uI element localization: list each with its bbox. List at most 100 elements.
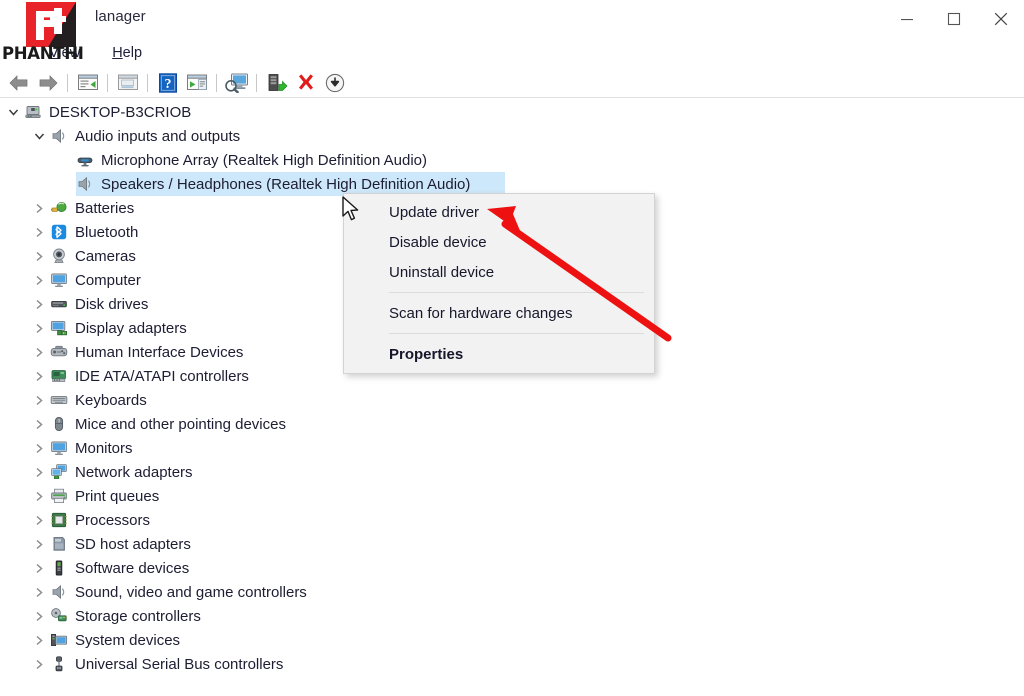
context-menu-item-uninstall-device[interactable]: Uninstall device [344,257,654,287]
chevron-right-icon[interactable] [30,340,48,364]
context-menu-item-properties[interactable]: Properties [344,339,654,369]
help-icon: ? [158,72,177,93]
chevron-right-icon[interactable] [30,460,48,484]
close-button[interactable] [977,0,1024,38]
window-controls [883,0,1024,38]
add-hardware-button[interactable] [262,70,291,96]
back-button[interactable] [4,70,33,96]
tree-node-audio-inputs-and-outputs[interactable]: Audio inputs and outputs [0,124,1024,148]
chevron-right-icon[interactable] [30,196,48,220]
chevron-right-icon[interactable] [30,364,48,388]
disable-device-icon [325,73,344,92]
tree-node-label: SD host adapters [75,535,191,553]
software-device-icon [48,556,70,580]
chevron-right-icon[interactable] [30,220,48,244]
tree-node-universal-serial-bus-controllers[interactable]: Universal Serial Bus controllers [0,652,1024,676]
tree-node-label: Cameras [75,247,136,265]
tree-node-label: Universal Serial Bus controllers [75,655,284,673]
toolbar-divider-1 [67,73,68,92]
tree-node-label: Batteries [75,199,135,217]
chevron-right-icon[interactable] [30,532,48,556]
maximize-icon [947,12,960,26]
context-menu-item-label: Scan for hardware changes [389,304,573,322]
camera-icon [48,244,70,268]
gamepad-icon [48,340,70,364]
tree-node-label: Display adapters [75,319,187,337]
storage-controller-icon [48,604,70,628]
toolbar-divider-2 [107,73,108,92]
sd-card-icon [48,532,70,556]
chevron-down-icon[interactable] [30,124,48,148]
tree-node-keyboards[interactable]: Keyboards [0,388,1024,412]
help-button[interactable]: ? [153,70,182,96]
chevron-right-icon[interactable] [30,484,48,508]
tree-node-computer[interactable]: DESKTOP-B3CRIOB [0,100,1024,124]
tree-node-microphone-array[interactable]: Microphone Array (Realtek High Definitio… [0,148,1024,172]
minimize-button[interactable] [883,0,930,38]
context-menu-item-scan-for-hardware-changes[interactable]: Scan for hardware changes [344,298,654,328]
display-adapter-icon [48,316,70,340]
forward-button[interactable] [33,70,62,96]
keyboard-icon [48,388,70,412]
tree-node-label: Audio inputs and outputs [75,127,241,145]
tree-node-label: Network adapters [75,463,193,481]
mouse-icon [48,412,70,436]
tree-node-mice-and-other-pointing-devices[interactable]: Mice and other pointing devices [0,412,1024,436]
window-title: lanager [95,8,146,25]
tree-node-label: Mice and other pointing devices [75,415,286,433]
tree-node-label: Computer [75,271,141,289]
tree-node-network-adapters[interactable]: Network adapters [0,460,1024,484]
update-driver-icon [117,74,138,90]
tree-node-label: Sound, video and game controllers [75,583,307,601]
chevron-right-icon[interactable] [30,604,48,628]
chevron-right-icon[interactable] [30,436,48,460]
disable-device-button[interactable] [320,70,349,96]
microphone-icon [74,148,96,172]
scan-hardware-button[interactable] [222,70,251,96]
minimize-icon [900,19,913,21]
chevron-right-icon[interactable] [30,508,48,532]
chevron-right-icon[interactable] [30,244,48,268]
chevron-right-icon[interactable] [30,412,48,436]
tree-node-storage-controllers[interactable]: Storage controllers [0,604,1024,628]
uninstall-device-button[interactable] [291,70,320,96]
chevron-right-icon[interactable] [30,388,48,412]
system-device-icon [48,628,70,652]
tree-node-label: Keyboards [75,391,147,409]
device-tree[interactable]: DESKTOP-B3CRIOB Audio inputs and outputs… [0,100,1024,696]
maximize-button[interactable] [930,0,977,38]
back-arrow-icon [9,74,27,91]
menu-bar: n View Help [0,40,1024,66]
chevron-down-icon[interactable] [4,100,22,124]
chevron-right-icon[interactable] [30,268,48,292]
context-menu[interactable]: Update driver Disable device Uninstall d… [343,193,655,374]
tree-node-sound-video-and-game-controllers[interactable]: Sound, video and game controllers [0,580,1024,604]
tree-node-processors[interactable]: Processors [0,508,1024,532]
chevron-right-icon[interactable] [30,652,48,676]
tree-node-label: Print queues [75,487,160,505]
tree-node-software-devices[interactable]: Software devices [0,556,1024,580]
chevron-right-icon[interactable] [30,580,48,604]
tree-node-system-devices[interactable]: System devices [0,628,1024,652]
watermark-logo: PHANTHI [2,2,94,68]
tree-node-monitors[interactable]: Monitors [0,436,1024,460]
tree-node-label: Microphone Array (Realtek High Definitio… [101,151,427,169]
install-driver-icon [268,73,287,91]
menu-item-help[interactable]: Help [103,43,151,63]
tree-node-sd-host-adapters[interactable]: SD host adapters [0,532,1024,556]
show-hidden-devices-button[interactable] [182,70,211,96]
context-menu-item-disable-device[interactable]: Disable device [344,227,654,257]
chevron-right-icon[interactable] [30,292,48,316]
forward-arrow-icon [39,74,57,91]
properties-button[interactable] [73,70,102,96]
processor-icon [48,508,70,532]
chevron-right-icon[interactable] [30,316,48,340]
title-bar: lanager [0,0,1024,38]
chevron-right-icon[interactable] [30,628,48,652]
tree-node-label: Monitors [75,439,133,457]
context-menu-item-update-driver[interactable]: Update driver [344,197,654,227]
tree-node-print-queues[interactable]: Print queues [0,484,1024,508]
chevron-right-icon[interactable] [30,556,48,580]
monitor-icon [48,436,70,460]
update-driver-button[interactable] [113,70,142,96]
